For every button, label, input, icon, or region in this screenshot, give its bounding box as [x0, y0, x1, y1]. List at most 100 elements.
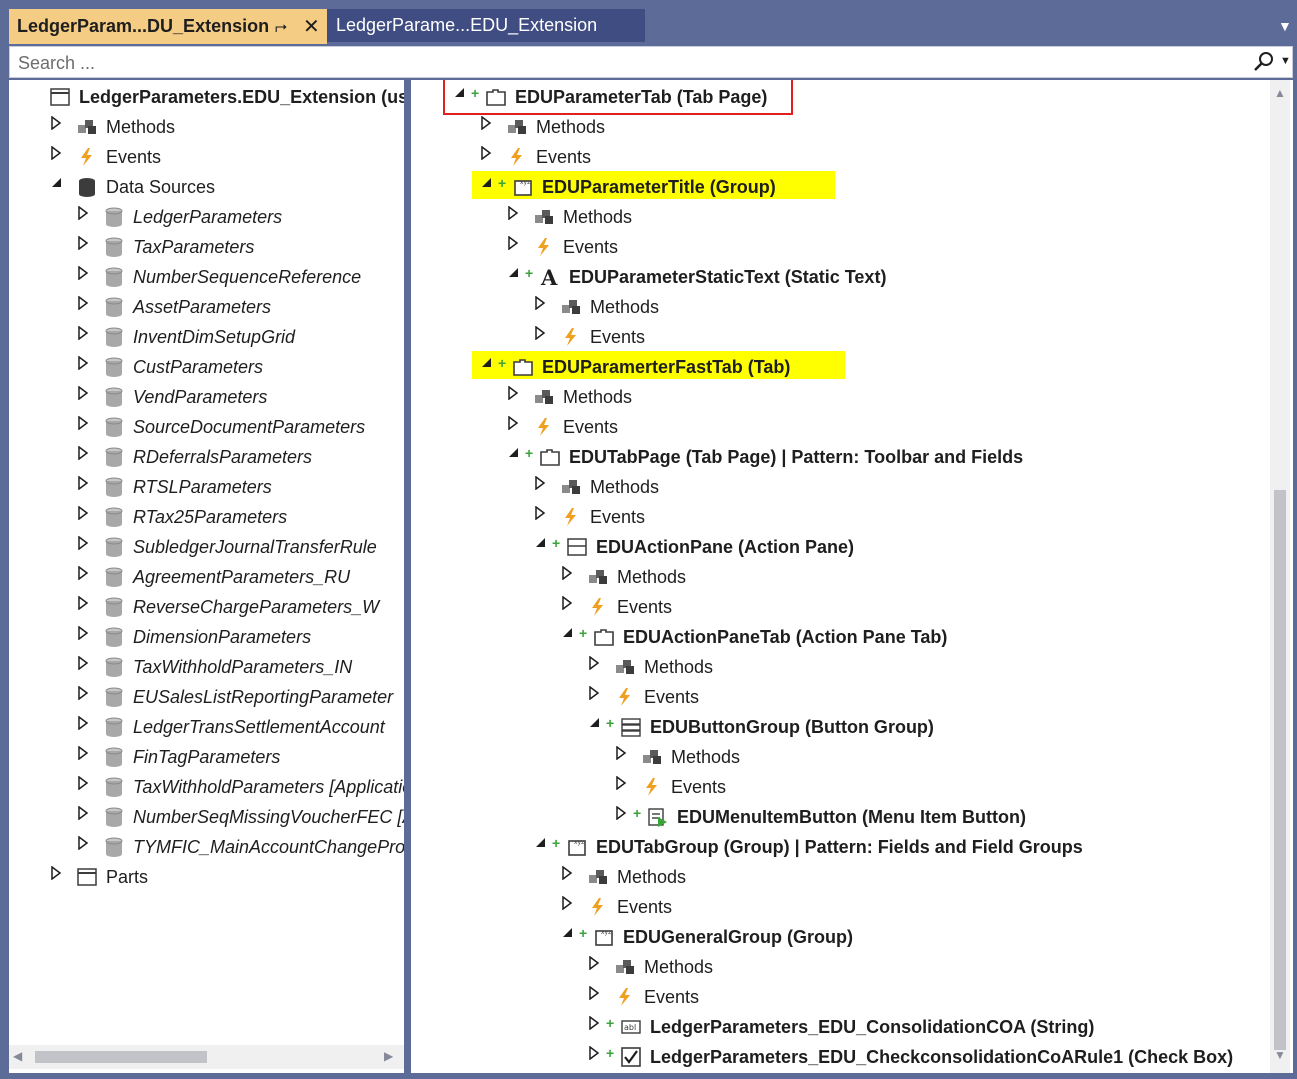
expanded-arrow-icon[interactable] — [588, 716, 602, 732]
collapsed-arrow-icon[interactable] — [588, 985, 602, 1002]
search-icon[interactable] — [1253, 51, 1275, 73]
scroll-right-icon[interactable]: ▶ — [384, 1049, 393, 1063]
left-tree-node[interactable]: LedgerParameters — [9, 202, 404, 232]
collapsed-arrow-icon[interactable] — [77, 565, 91, 582]
collapsed-arrow-icon[interactable] — [561, 565, 575, 582]
left-tree-node[interactable]: RTSLParameters — [9, 472, 404, 502]
collapsed-arrow-icon[interactable] — [588, 1045, 602, 1062]
expanded-arrow-icon[interactable] — [453, 86, 467, 102]
collapsed-arrow-icon[interactable] — [50, 145, 64, 162]
collapsed-arrow-icon[interactable] — [77, 535, 91, 552]
left-tree-node[interactable]: Events — [9, 142, 404, 172]
left-tree-node[interactable]: LedgerTransSettlementAccount — [9, 712, 404, 742]
collapsed-arrow-icon[interactable] — [534, 475, 548, 492]
left-tree-node[interactable]: EUSalesListReportingParameter — [9, 682, 404, 712]
collapsed-arrow-icon[interactable] — [77, 505, 91, 522]
right-tree-node[interactable]: Events — [411, 592, 1293, 622]
collapsed-arrow-icon[interactable] — [507, 385, 521, 402]
collapsed-arrow-icon[interactable] — [77, 715, 91, 732]
left-tree-node[interactable]: TaxWithholdParameters_IN — [9, 652, 404, 682]
right-tree-node[interactable]: + EDUParamerterFastTab (Tab) — [411, 352, 1293, 382]
right-tree-node[interactable]: Events — [411, 892, 1293, 922]
collapsed-arrow-icon[interactable] — [77, 685, 91, 702]
left-tree-node[interactable]: SubledgerJournalTransferRule — [9, 532, 404, 562]
collapsed-arrow-icon[interactable] — [77, 265, 91, 282]
collapsed-arrow-icon[interactable] — [77, 475, 91, 492]
scroll-up-icon[interactable]: ▲ — [1274, 86, 1286, 100]
collapsed-arrow-icon[interactable] — [480, 145, 494, 162]
close-icon[interactable]: ✕ — [303, 14, 320, 39]
collapsed-arrow-icon[interactable] — [588, 955, 602, 972]
left-tree-node[interactable]: NumberSeqMissingVoucherFEC [App — [9, 802, 404, 832]
collapsed-arrow-icon[interactable] — [588, 655, 602, 672]
collapsed-arrow-icon[interactable] — [77, 295, 91, 312]
left-tree-node[interactable]: ReverseChargeParameters_W — [9, 592, 404, 622]
collapsed-arrow-icon[interactable] — [507, 235, 521, 252]
left-horizontal-scrollbar[interactable]: ◀ ▶ — [9, 1045, 404, 1069]
collapsed-arrow-icon[interactable] — [77, 355, 91, 372]
left-tree-node[interactable]: TaxParameters — [9, 232, 404, 262]
right-tree-node[interactable]: + LedgerParameters_EDU_Checkconsolidation… — [411, 1042, 1293, 1072]
left-tree-node[interactable]: LedgerParameters.EDU_Extension (usr) [ — [9, 82, 404, 112]
collapsed-arrow-icon[interactable] — [507, 415, 521, 432]
collapsed-arrow-icon[interactable] — [534, 295, 548, 312]
collapsed-arrow-icon[interactable] — [50, 115, 64, 132]
collapsed-arrow-icon[interactable] — [588, 1015, 602, 1032]
right-tree-node[interactable]: + EDUParameterTab (Tab Page) — [411, 82, 1293, 112]
right-tree-node[interactable]: Events — [411, 322, 1293, 352]
right-tree-node[interactable]: Methods — [411, 862, 1293, 892]
right-tree-node[interactable]: Events — [411, 982, 1293, 1012]
expanded-arrow-icon[interactable] — [507, 266, 521, 282]
right-vertical-scrollbar[interactable]: ▲ ▼ — [1270, 80, 1290, 1073]
right-tree-node[interactable]: Methods — [411, 562, 1293, 592]
pin-icon[interactable]: ⮣ — [275, 18, 287, 35]
right-tree-node[interactable]: + xyz EDUGeneralGroup (Group) — [411, 922, 1293, 952]
right-tree-node[interactable]: + EDUMenuItemButton (Menu Item Button) — [411, 802, 1293, 832]
search-options-dropdown-icon[interactable]: ▼ — [1280, 55, 1291, 67]
right-tree-node[interactable]: Events — [411, 412, 1293, 442]
collapsed-arrow-icon[interactable] — [561, 895, 575, 912]
collapsed-arrow-icon[interactable] — [615, 745, 629, 762]
collapsed-arrow-icon[interactable] — [507, 205, 521, 222]
right-tree-node[interactable]: Events — [411, 772, 1293, 802]
tab-inactive-document[interactable]: LedgerParame...EDU_Extension — [327, 9, 645, 42]
collapsed-arrow-icon[interactable] — [588, 685, 602, 702]
expanded-arrow-icon[interactable] — [50, 176, 64, 192]
right-tree-node[interactable]: + EDUButtonGroup (Button Group) — [411, 712, 1293, 742]
left-tree-node[interactable]: AgreementParameters_RU — [9, 562, 404, 592]
left-tree-node[interactable]: Data Sources — [9, 172, 404, 202]
collapsed-arrow-icon[interactable] — [77, 835, 91, 852]
left-tree-node[interactable]: AssetParameters — [9, 292, 404, 322]
right-tree-node[interactable]: + xyz EDUTabGroup (Group) | Pattern: Field… — [411, 832, 1293, 862]
right-tree-node[interactable]: Methods — [411, 292, 1293, 322]
right-tree-node[interactable]: + EDUActionPaneTab (Action Pane Tab) — [411, 622, 1293, 652]
expanded-arrow-icon[interactable] — [507, 446, 521, 462]
pane-splitter[interactable] — [404, 80, 411, 1073]
right-tree-node[interactable]: + EDUTabPage (Tab Page) | Pattern: Toolba… — [411, 442, 1293, 472]
expanded-arrow-icon[interactable] — [480, 176, 494, 192]
collapsed-arrow-icon[interactable] — [77, 655, 91, 672]
left-tree-node[interactable]: CustParameters — [9, 352, 404, 382]
collapsed-arrow-icon[interactable] — [534, 325, 548, 342]
collapsed-arrow-icon[interactable] — [77, 385, 91, 402]
collapsed-arrow-icon[interactable] — [77, 745, 91, 762]
search-input[interactable] — [16, 51, 1220, 75]
collapsed-arrow-icon[interactable] — [77, 625, 91, 642]
scroll-down-icon[interactable]: ▼ — [1274, 1048, 1286, 1062]
right-tree-node[interactable]: Events — [411, 142, 1293, 172]
right-tree-node[interactable]: Methods — [411, 202, 1293, 232]
right-tree-node[interactable]: Events — [411, 232, 1293, 262]
right-tree-node[interactable]: Methods — [411, 652, 1293, 682]
left-tree-node[interactable]: SourceDocumentParameters — [9, 412, 404, 442]
expanded-arrow-icon[interactable] — [480, 356, 494, 372]
expanded-arrow-icon[interactable] — [561, 626, 575, 642]
collapsed-arrow-icon[interactable] — [480, 115, 494, 132]
left-tree-node[interactable]: RDeferralsParameters — [9, 442, 404, 472]
expanded-arrow-icon[interactable] — [534, 536, 548, 552]
right-tree-node[interactable]: + EDUActionPane (Action Pane) — [411, 532, 1293, 562]
left-tree-node[interactable]: InventDimSetupGrid — [9, 322, 404, 352]
right-tree-node[interactable]: + abl LedgerParameters_EDU_ConsolidationCO… — [411, 1012, 1293, 1042]
left-tree-node[interactable]: Parts — [9, 862, 404, 892]
right-tree-node[interactable]: + A EDUParameterStaticText (Static Text) — [411, 262, 1293, 292]
collapsed-arrow-icon[interactable] — [77, 415, 91, 432]
